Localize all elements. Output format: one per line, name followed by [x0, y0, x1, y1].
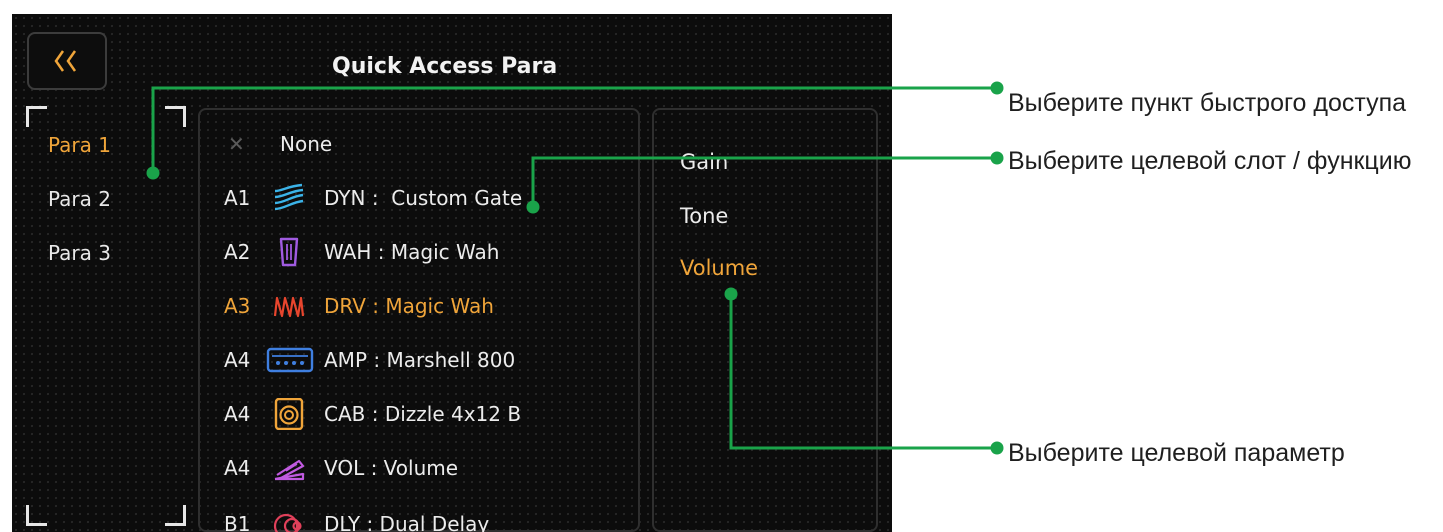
slot-row-amp[interactable]: A4 AMP : Marshell 800 — [200, 340, 640, 380]
frame-corner — [26, 106, 47, 127]
slot-row-dly[interactable]: B1 DLY : Dual Delay — [200, 504, 640, 532]
amp-icon — [266, 347, 314, 373]
frame-corner — [26, 505, 47, 526]
vol-pedal-icon — [274, 459, 305, 481]
dyn-wave-icon — [274, 183, 304, 211]
slot-row-drv[interactable]: A3 DRV : Magic Wah — [200, 286, 640, 326]
slot-code: A2 — [224, 240, 251, 264]
device-screen: Quick Access Para Para 1 Para 2 Para 3 ✕… — [12, 14, 892, 532]
param-item-gain[interactable]: Gain — [680, 150, 728, 174]
page-title: Quick Access Para — [332, 54, 558, 79]
double-chevron-left-icon — [54, 50, 77, 72]
slot-code: B1 — [224, 512, 251, 532]
param-list-panel: Gain Tone Volume — [652, 108, 878, 532]
slot-name: AMP : Marshell 800 — [324, 348, 516, 372]
callout-dot — [990, 81, 1004, 95]
callout-target-slot: Выберите целевой слот / функцию — [1008, 147, 1412, 175]
slot-name: VOL : Volume — [324, 456, 459, 480]
para-item-3[interactable]: Para 3 — [48, 241, 111, 265]
slot-name: WAH : Magic Wah — [324, 240, 500, 264]
slot-name: None — [280, 132, 333, 156]
callout-target-param: Выберите целевой параметр — [1008, 439, 1345, 467]
slot-code: A4 — [224, 402, 251, 426]
slot-row-cab[interactable]: A4 CAB : Dizzle 4x12 B — [200, 394, 640, 434]
slot-name: DLY : Dual Delay — [324, 512, 490, 532]
param-item-volume[interactable]: Volume — [680, 256, 758, 280]
callout-dot — [990, 151, 1004, 165]
slot-row-vol[interactable]: A4 VOL : Volume — [200, 448, 640, 488]
para-list-panel: Para 1 Para 2 Para 3 — [26, 106, 186, 526]
slot-code: A4 — [224, 348, 251, 372]
slot-name: DYN : Custom Gate — [324, 186, 523, 210]
dly-circles-icon — [273, 513, 302, 532]
cab-speaker-icon — [274, 398, 304, 430]
wah-pedal-icon — [279, 237, 299, 267]
frame-corner — [165, 106, 186, 127]
slot-list-panel: ✕ None A1 DYN : Custom Gate A2 WAH : Mag… — [198, 108, 640, 532]
slot-row-none[interactable]: ✕ None — [200, 124, 640, 164]
slot-name: CAB : Dizzle 4x12 B — [324, 402, 522, 426]
slot-name: DRV : Magic Wah — [324, 294, 494, 318]
drv-zigzag-icon — [273, 296, 305, 318]
callout-quick-access: Выберите пункт быстрого доступа — [1008, 89, 1407, 117]
slot-code: A4 — [224, 456, 251, 480]
param-item-tone[interactable]: Tone — [680, 204, 728, 228]
para-item-2[interactable]: Para 2 — [48, 187, 111, 211]
slot-row-wah[interactable]: A2 WAH : Magic Wah — [200, 232, 640, 272]
back-button[interactable] — [27, 32, 107, 90]
slot-row-dyn[interactable]: A1 DYN : Custom Gate — [200, 178, 640, 218]
close-icon: ✕ — [228, 132, 245, 156]
slot-code: A1 — [224, 186, 251, 210]
para-item-1[interactable]: Para 1 — [48, 133, 111, 157]
callout-dot — [990, 441, 1004, 455]
slot-code: A3 — [224, 294, 251, 318]
frame-corner — [165, 505, 186, 526]
